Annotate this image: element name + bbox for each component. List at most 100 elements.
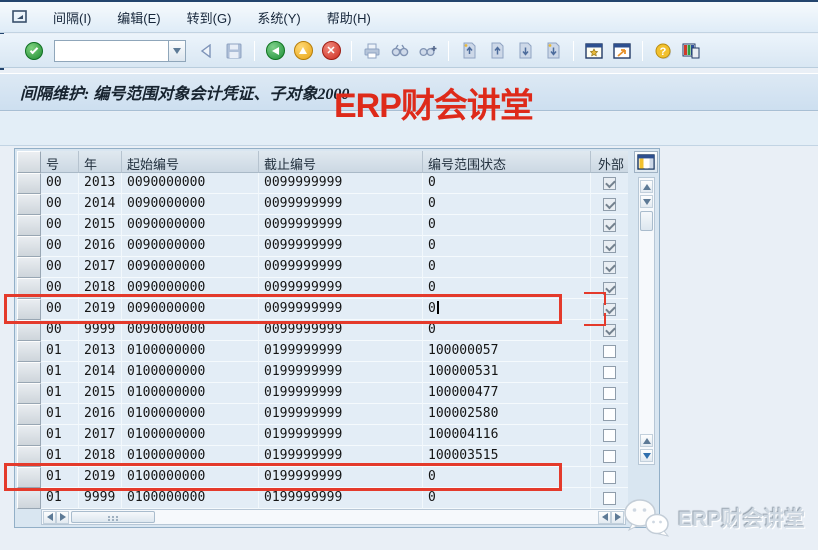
column-header-from[interactable]: 起始编号 [122,151,259,173]
external-checkbox[interactable] [603,366,616,379]
cell-to[interactable]: 0199999999 [259,425,423,446]
cell-no[interactable]: 00 [41,215,79,236]
cell-year[interactable]: 2015 [79,383,122,404]
cell-from[interactable]: 0090000000 [122,173,259,194]
external-checkbox[interactable] [603,471,616,484]
cell-to[interactable]: 0099999999 [259,173,423,194]
table-config-icon[interactable] [634,151,658,173]
cell-to[interactable]: 0199999999 [259,362,423,383]
customize-layout-button[interactable] [678,39,704,63]
scroll-down-button[interactable] [640,195,653,208]
cell-year[interactable]: 2016 [79,404,122,425]
cell-from[interactable]: 0100000000 [122,341,259,362]
row-selector[interactable] [17,257,41,278]
cell-status[interactable]: 0 [423,257,591,278]
column-header-number[interactable]: 号 [41,151,79,173]
cell-year[interactable]: 2015 [79,215,122,236]
cell-status[interactable]: 0 [423,215,591,236]
command-input[interactable] [54,40,168,62]
scroll-up-button[interactable] [640,180,653,193]
exit-button[interactable] [290,39,316,63]
last-page-button[interactable] [540,39,566,63]
row-selector[interactable] [17,488,41,509]
cell-to[interactable]: 0199999999 [259,488,423,509]
cell-from[interactable]: 0090000000 [122,194,259,215]
page-left-button[interactable] [598,511,611,524]
cell-to[interactable]: 0199999999 [259,383,423,404]
cell-year[interactable]: 2014 [79,362,122,383]
collapse-command-button[interactable] [193,39,219,63]
vertical-scroll-thumb[interactable] [640,211,653,231]
cell-status[interactable]: 100000057 [423,341,591,362]
cell-to[interactable]: 0099999999 [259,194,423,215]
previous-page-button[interactable] [484,39,510,63]
page-down-button[interactable] [640,449,653,462]
menu-goto[interactable]: 转到(G) [174,5,245,30]
cell-from[interactable]: 0090000000 [122,215,259,236]
cell-from[interactable]: 0090000000 [122,257,259,278]
external-checkbox[interactable] [603,387,616,400]
system-menu-icon[interactable] [12,9,30,25]
back-button[interactable] [262,39,288,63]
menu-help[interactable]: 帮助(H) [314,5,384,30]
external-checkbox[interactable] [603,450,616,463]
row-selector[interactable] [17,383,41,404]
cell-to[interactable]: 0099999999 [259,236,423,257]
cell-status[interactable]: 0 [423,236,591,257]
cell-from[interactable]: 0100000000 [122,362,259,383]
cell-no[interactable]: 00 [41,194,79,215]
external-checkbox[interactable] [603,408,616,421]
create-shortcut-button[interactable] [609,39,635,63]
row-selector[interactable] [17,404,41,425]
cell-no[interactable]: 00 [41,257,79,278]
command-dropdown-button[interactable] [168,40,186,62]
cell-status[interactable]: 0 [423,194,591,215]
cell-year[interactable]: 2017 [79,257,122,278]
row-selector[interactable] [17,362,41,383]
next-page-button[interactable] [512,39,538,63]
external-checkbox[interactable] [603,198,616,211]
cell-status[interactable]: 100002580 [423,404,591,425]
horizontal-scrollbar[interactable] [41,509,626,525]
row-selector[interactable] [17,194,41,215]
external-checkbox[interactable] [603,429,616,442]
cell-year[interactable]: 2013 [79,341,122,362]
cell-from[interactable]: 0100000000 [122,404,259,425]
cell-year[interactable]: 2013 [79,173,122,194]
cell-no[interactable]: 01 [41,341,79,362]
cell-no[interactable]: 01 [41,488,79,509]
row-selector[interactable] [17,215,41,236]
print-button[interactable] [359,39,385,63]
column-header-year[interactable]: 年 [79,151,122,173]
cell-no[interactable]: 01 [41,425,79,446]
column-header-to[interactable]: 截止编号 [259,151,423,173]
external-checkbox[interactable] [603,177,616,190]
cell-status[interactable]: 0 [423,488,591,509]
row-selector[interactable] [17,236,41,257]
vertical-scrollbar[interactable] [638,177,655,465]
find-button[interactable] [387,39,413,63]
column-header-status[interactable]: 编号范围状态 [423,151,591,173]
cell-from[interactable]: 0090000000 [122,236,259,257]
cell-status[interactable]: 100004116 [423,425,591,446]
scroll-left-button[interactable] [43,511,56,524]
new-session-button[interactable] [581,39,607,63]
cell-to[interactable]: 0199999999 [259,341,423,362]
row-selector[interactable] [17,173,41,194]
cell-to[interactable]: 0099999999 [259,257,423,278]
menu-edit[interactable]: 编辑(E) [104,5,173,30]
cell-no[interactable]: 00 [41,236,79,257]
cell-no[interactable]: 01 [41,404,79,425]
cell-status[interactable]: 0 [423,173,591,194]
external-checkbox[interactable] [603,345,616,358]
cell-year[interactable]: 9999 [79,488,122,509]
save-button[interactable] [221,39,247,63]
scroll-right-button[interactable] [56,511,69,524]
cell-to[interactable]: 0099999999 [259,215,423,236]
first-page-button[interactable] [456,39,482,63]
column-header-external[interactable]: 外部 [591,151,628,173]
cell-status[interactable]: 100000531 [423,362,591,383]
enter-button[interactable] [21,39,47,63]
menu-interval[interactable]: 间隔(I) [40,5,104,30]
cell-to[interactable]: 0199999999 [259,404,423,425]
